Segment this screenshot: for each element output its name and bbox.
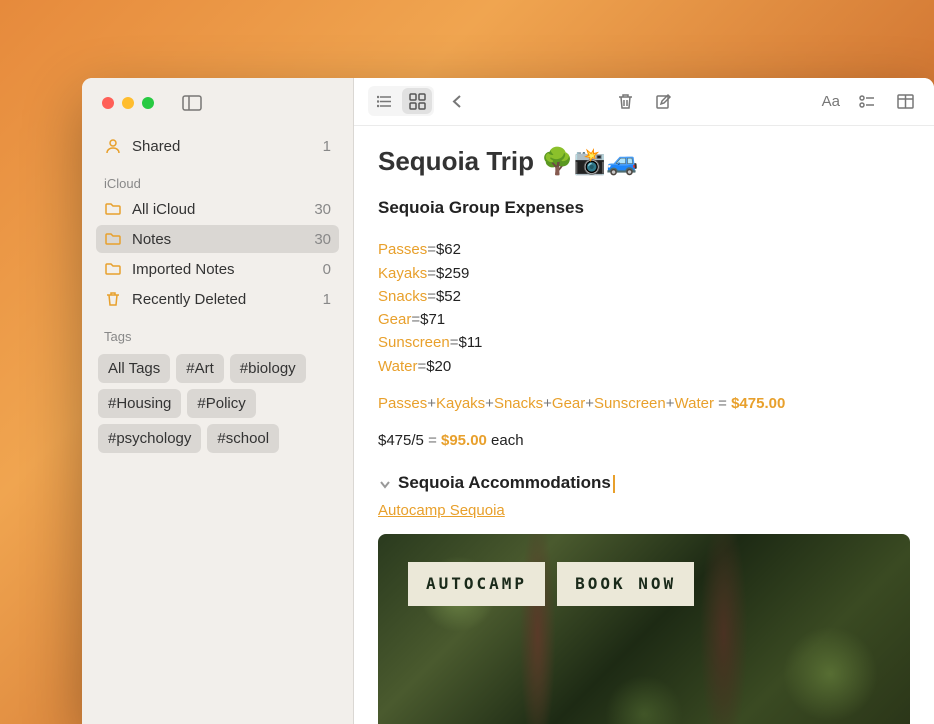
autocamp-link[interactable]: Autocamp Sequoia (378, 500, 505, 523)
sidebar: Shared 1 iCloud All iCloud 30 Notes 30 (82, 78, 354, 724)
tag-pill[interactable]: #Housing (98, 389, 181, 418)
expense-line: Water=$20 (378, 355, 910, 378)
table-button[interactable] (890, 88, 920, 114)
sidebar-item-imported-notes[interactable]: Imported Notes 0 (96, 255, 339, 283)
sidebar-item-count: 1 (323, 138, 331, 155)
sidebar-item-recently-deleted[interactable]: Recently Deleted 1 (96, 285, 339, 313)
sidebar-toggle-icon[interactable] (182, 95, 202, 111)
sidebar-item-notes[interactable]: Notes 30 (96, 225, 339, 253)
expense-line: Gear=$71 (378, 308, 910, 331)
preview-book-button[interactable]: BOOK NOW (557, 562, 694, 606)
traffic-lights (102, 97, 154, 109)
shared-icon (104, 137, 122, 155)
expense-line: Kayaks=$259 (378, 262, 910, 285)
expense-line: Sunscreen=$11 (378, 331, 910, 354)
sidebar-item-all-icloud[interactable]: All iCloud 30 (96, 195, 339, 223)
tag-pill[interactable]: #Art (176, 354, 224, 383)
delete-button[interactable] (611, 88, 641, 114)
format-button[interactable]: Aa (818, 88, 844, 114)
sidebar-content: Shared 1 iCloud All iCloud 30 Notes 30 (82, 128, 353, 463)
tag-pill[interactable]: #school (207, 424, 279, 453)
section-accommodations[interactable]: Sequoia Accommodations (378, 470, 910, 496)
sidebar-item-count: 0 (323, 261, 331, 278)
sum-line: Passes+Kayaks+Snacks+Gear+Sunscreen+Wate… (378, 392, 910, 415)
section-title: Sequoia Accommodations (398, 470, 615, 496)
minimize-button[interactable] (122, 97, 134, 109)
text-cursor (613, 475, 615, 493)
note-body[interactable]: Sequoia Trip 🌳📸🚙 Sequoia Group Expenses … (354, 126, 934, 724)
sidebar-item-count: 30 (314, 201, 331, 218)
sidebar-item-count: 30 (314, 231, 331, 248)
close-button[interactable] (102, 97, 114, 109)
list-view-button[interactable] (370, 88, 400, 114)
notes-window: Shared 1 iCloud All iCloud 30 Notes 30 (82, 78, 934, 724)
trash-icon (104, 290, 122, 308)
note-subtitle: Sequoia Group Expenses (378, 195, 910, 221)
new-note-button[interactable] (649, 88, 679, 114)
maximize-button[interactable] (142, 97, 154, 109)
tags-list: All Tags #Art #biology #Housing #Policy … (96, 348, 339, 459)
division-line: $475/5 = $95.00 each (378, 429, 910, 452)
tag-pill[interactable]: #Policy (187, 389, 255, 418)
expense-line: Passes=$62 (378, 238, 910, 261)
sidebar-section-header: iCloud (96, 162, 339, 195)
chevron-down-icon (378, 476, 392, 490)
main-pane: Aa Sequoia Trip 🌳📸🚙 Sequoia Group Expens… (354, 78, 934, 724)
note-title: Sequoia Trip 🌳📸🚙 (378, 142, 910, 181)
sidebar-tags-header: Tags (96, 315, 339, 348)
preview-brand-button[interactable]: AUTOCAMP (408, 562, 545, 606)
view-mode-toggle (368, 86, 434, 116)
preview-buttons: AUTOCAMP BOOK NOW (408, 562, 694, 606)
tag-pill[interactable]: All Tags (98, 354, 170, 383)
sidebar-item-label: Notes (132, 231, 304, 248)
expense-line: Snacks=$52 (378, 285, 910, 308)
tag-pill[interactable]: #biology (230, 354, 306, 383)
sidebar-item-label: Recently Deleted (132, 291, 313, 308)
folder-icon (104, 260, 122, 278)
sidebar-item-label: Imported Notes (132, 261, 313, 278)
folder-icon (104, 230, 122, 248)
titlebar (82, 78, 353, 128)
link-preview-card[interactable]: AUTOCAMP BOOK NOW (378, 534, 910, 724)
toolbar: Aa (354, 78, 934, 126)
folder-icon (104, 200, 122, 218)
tag-pill[interactable]: #psychology (98, 424, 201, 453)
sidebar-item-count: 1 (323, 291, 331, 308)
sidebar-item-label: Shared (132, 138, 313, 155)
grid-view-button[interactable] (402, 88, 432, 114)
sidebar-item-label: All iCloud (132, 201, 304, 218)
sidebar-item-shared[interactable]: Shared 1 (96, 132, 339, 160)
back-button[interactable] (442, 88, 472, 114)
checklist-button[interactable] (852, 88, 882, 114)
